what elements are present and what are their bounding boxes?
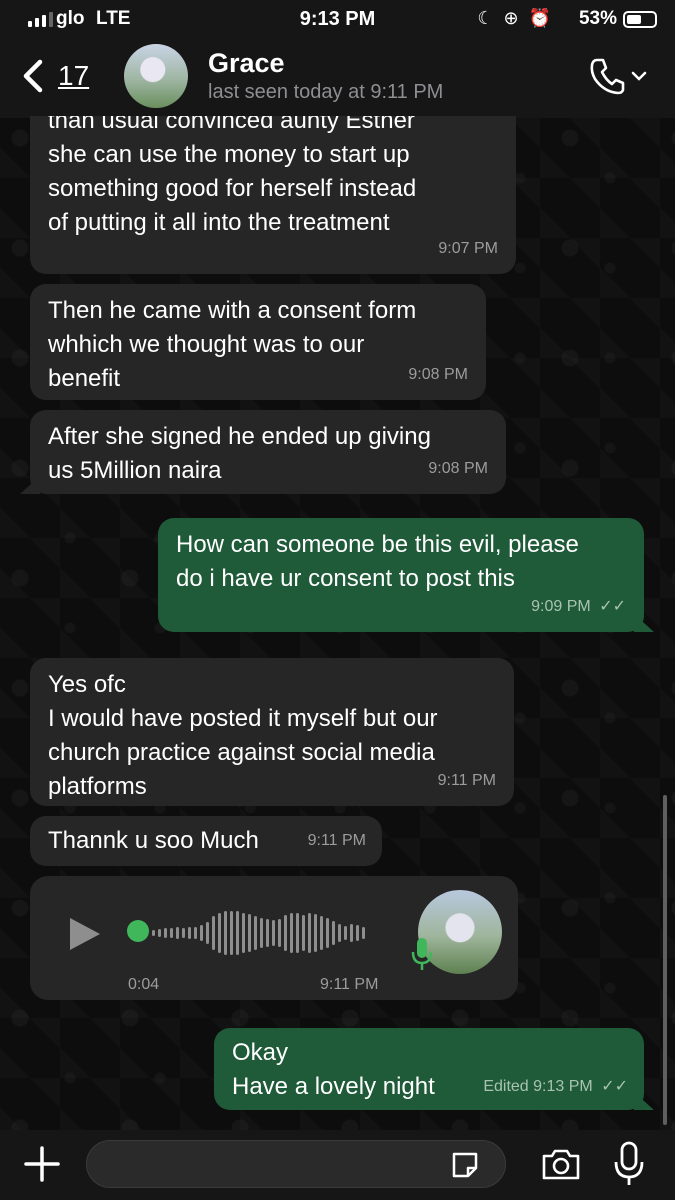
message-time-text: Edited 9:13 PM — [483, 1078, 593, 1095]
sticker-icon[interactable] — [450, 1150, 480, 1180]
phone-icon — [590, 58, 625, 95]
call-button[interactable] — [589, 54, 653, 98]
voice-duration: 0:04 — [128, 976, 160, 993]
message-time: 9:08 PM — [428, 460, 488, 477]
message-time: Edited 9:13 PM ✓✓ — [483, 1070, 628, 1104]
message-text: Yes ofc I would have posted it myself bu… — [48, 671, 438, 800]
message-bubble-incoming[interactable]: Thannk u soo Much 9:11 PM — [30, 816, 382, 866]
message-bubble-outgoing[interactable]: How can someone be this evil, please do … — [158, 518, 654, 632]
message-time: 9:07 PM — [438, 240, 498, 257]
message-text: Then he came with a consent form whhich … — [48, 297, 417, 392]
status-time: 9:13 PM — [299, 8, 376, 30]
play-icon[interactable] — [70, 918, 100, 950]
scrollbar[interactable] — [663, 795, 667, 1125]
voice-time: 9:11 PM — [320, 976, 379, 993]
message-input[interactable] — [86, 1140, 506, 1188]
voice-message[interactable]: 0:04 9:11 PM — [30, 876, 518, 1000]
message-bubble-incoming[interactable]: than usual convinced aunty Esther she ca… — [30, 100, 516, 274]
double-check-icon: ✓✓ — [599, 598, 626, 615]
message-bubble-incoming[interactable]: Then he came with a consent form whhich … — [30, 284, 486, 400]
plus-icon[interactable] — [22, 1144, 62, 1184]
moon-icon: ☾ — [477, 8, 494, 28]
battery-icon — [623, 11, 657, 28]
message-text: How can someone be this evil, please do … — [176, 531, 579, 592]
contact-name[interactable]: Grace — [208, 48, 285, 79]
alarm-icon: ⏰ — [528, 8, 551, 28]
contact-avatar[interactable] — [124, 44, 188, 108]
message-time: 9:11 PM — [307, 832, 366, 849]
message-time: 9:09 PM ✓✓ — [531, 590, 626, 624]
voice-waveform[interactable] — [128, 908, 365, 958]
message-time: 9:08 PM — [408, 366, 468, 383]
camera-icon[interactable] — [540, 1146, 582, 1182]
double-check-icon: ✓✓ — [601, 1078, 628, 1095]
last-seen-status: last seen today at 9:11 PM — [208, 81, 444, 103]
playback-scrubber[interactable] — [127, 920, 149, 942]
message-bubble-incoming[interactable]: Yes ofc I would have posted it myself bu… — [30, 658, 514, 806]
back-chevron-icon[interactable] — [14, 56, 54, 96]
battery-percent: 53% — [578, 8, 617, 29]
chevron-down-icon — [631, 71, 647, 81]
orientation-lock-icon: ⊕ — [503, 8, 519, 28]
chat-header-overlay: 17 Grace last seen today at 9:11 PM — [0, 40, 675, 118]
message-time: 9:11 PM — [437, 772, 496, 789]
status-icons: ☾ ⊕ ⏰ — [477, 8, 551, 29]
message-time-text: 9:09 PM — [531, 598, 591, 615]
message-bubble-outgoing[interactable]: Okay Have a lovely night Edited 9:13 PM … — [214, 1028, 654, 1110]
message-bubble-incoming[interactable]: After she signed he ended up giving us 5… — [20, 410, 506, 494]
input-bar — [0, 1130, 675, 1200]
status-bar: glo LTE 9:13 PM ☾ ⊕ ⏰ 53% — [0, 0, 675, 40]
mic-icon[interactable] — [612, 1140, 646, 1188]
message-text: than usual convinced aunty Esther she ca… — [48, 107, 417, 236]
message-text: After she signed he ended up giving us 5… — [48, 423, 431, 484]
unread-count[interactable]: 17 — [58, 60, 89, 92]
mic-icon — [411, 938, 433, 970]
